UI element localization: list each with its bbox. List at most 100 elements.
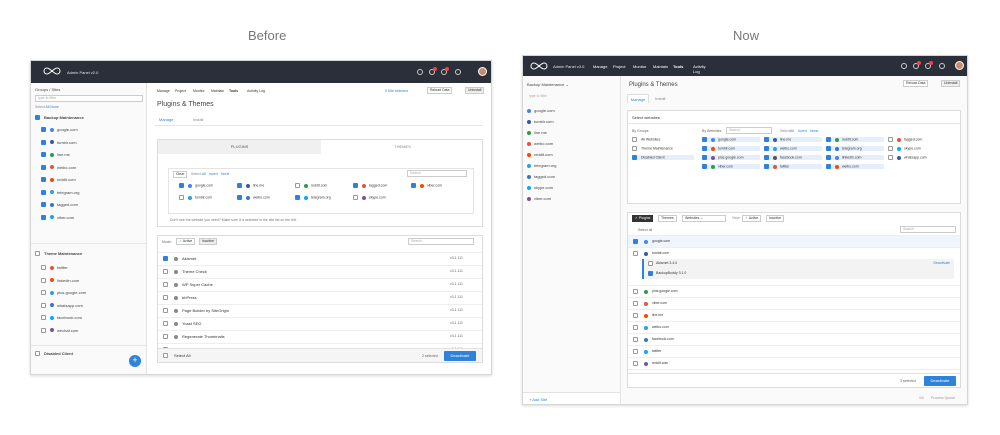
- sidebar-site-item[interactable]: line.me: [41, 152, 142, 158]
- group-theme-maintenance[interactable]: Theme Maintenance: [35, 251, 142, 257]
- group-option[interactable]: Theme Maintenance: [632, 146, 694, 151]
- nav-item[interactable]: Manage: [157, 89, 170, 93]
- row-checkbox[interactable]: [163, 269, 168, 274]
- sidebar-site-item[interactable]: wechat.com: [41, 328, 142, 333]
- site-checkbox[interactable]: [41, 315, 46, 321]
- clock-icon[interactable]: [901, 63, 907, 69]
- site-checkbox[interactable]: [41, 302, 46, 308]
- group-checkbox[interactable]: [35, 251, 40, 257]
- sidebar-filter-input[interactable]: type to filter: [35, 95, 143, 102]
- sidebar-filter-input[interactable]: type to filter: [527, 94, 617, 101]
- select-all-link[interactable]: All: [202, 172, 206, 176]
- nav-item[interactable]: Maintain: [653, 64, 668, 69]
- sidebar-site-item[interactable]: reddit.com: [41, 177, 142, 183]
- group-backup-maintenance[interactable]: Backup Maintenance: [35, 115, 142, 121]
- sidebar-site-item[interactable]: telegram.org: [41, 190, 142, 195]
- site-checkbox[interactable]: [764, 155, 769, 160]
- site-option[interactable]: whatsapp.com: [888, 155, 946, 160]
- row-checkbox[interactable]: [163, 308, 168, 313]
- group-checkbox[interactable]: [632, 137, 637, 142]
- nav-item[interactable]: Project: [613, 64, 625, 69]
- table-row[interactable]: Page Builder by SiteOrigin v3.1.111: [158, 304, 482, 317]
- site-checkbox[interactable]: [826, 137, 831, 142]
- row-checkbox[interactable]: [163, 256, 168, 261]
- site-option[interactable]: weibo.com: [826, 164, 884, 169]
- deactivate-button[interactable]: Deactivate: [924, 376, 956, 386]
- nav-item[interactable]: Tools: [673, 64, 683, 69]
- sidebar-site-item[interactable]: reddit.com: [527, 152, 616, 157]
- nav-item[interactable]: Monitor: [193, 89, 205, 93]
- site-checkbox[interactable]: [888, 137, 893, 142]
- sub-row[interactable]: Akismet 3.4.0 Deactivate: [642, 259, 954, 269]
- row-checkbox[interactable]: [163, 321, 168, 326]
- table-row[interactable]: google.com: [628, 235, 960, 247]
- website-search-input[interactable]: Search: [726, 127, 772, 134]
- mode-active-button[interactable]: ✓ Active: [176, 238, 196, 245]
- site-checkbox[interactable]: [41, 290, 46, 296]
- site-checkbox[interactable]: [295, 195, 300, 200]
- site-checkbox[interactable]: [826, 155, 831, 160]
- site-checkbox[interactable]: [888, 146, 893, 151]
- nav-item[interactable]: Manage: [593, 64, 607, 69]
- site-option[interactable]: tagged.com: [888, 137, 946, 142]
- site-checkbox[interactable]: [764, 137, 769, 142]
- table-row[interactable]: tumblr.com: [628, 247, 960, 259]
- sidebar-site-item[interactable]: line.me: [527, 130, 616, 135]
- table-row[interactable]: Theme Check v3.1.111: [158, 265, 482, 278]
- sidebar-site-item[interactable]: plus.google.com: [41, 290, 142, 296]
- group-checkbox[interactable]: [632, 146, 637, 151]
- site-option[interactable]: reddit.com: [295, 183, 327, 188]
- site-option[interactable]: telegram.org: [295, 195, 331, 200]
- sidebar-site-item[interactable]: tagged.com: [527, 174, 616, 179]
- site-checkbox[interactable]: [702, 137, 707, 142]
- row-checkbox[interactable]: [633, 361, 638, 366]
- site-option[interactable]: twitter: [764, 164, 822, 169]
- sidebar-site-item[interactable]: weibo.com: [41, 165, 142, 170]
- plugin-search-input[interactable]: Search: [900, 226, 956, 233]
- sidebar-site-item[interactable]: twitter: [41, 265, 142, 271]
- site-option[interactable]: facebook.com: [764, 155, 822, 160]
- sidebar-site-item[interactable]: tagged.com: [41, 202, 142, 208]
- site-checkbox[interactable]: [41, 214, 46, 220]
- table-row[interactable]: WP Super Cache v3.1.111: [158, 278, 482, 291]
- site-option[interactable]: weibo.com: [764, 146, 822, 151]
- invert-link[interactable]: Invert: [798, 129, 807, 133]
- avatar[interactable]: [955, 61, 964, 70]
- site-option[interactable]: google.com: [702, 137, 760, 142]
- select-all-link[interactable]: All: [46, 105, 50, 109]
- site-checkbox[interactable]: [41, 189, 46, 195]
- sidebar-site-item[interactable]: linkedin.com: [41, 278, 142, 283]
- row-checkbox[interactable]: [633, 325, 638, 330]
- site-option[interactable]: tagged.com: [353, 183, 387, 188]
- nav-item[interactable]: Project: [175, 89, 186, 93]
- site-checkbox[interactable]: [295, 183, 300, 188]
- select-all-link[interactable]: All: [790, 129, 794, 133]
- nav-item[interactable]: Activity Log: [693, 64, 706, 74]
- select-none-link[interactable]: None: [50, 105, 58, 109]
- site-checkbox[interactable]: [41, 202, 46, 208]
- group-checkbox[interactable]: [35, 115, 40, 121]
- view-active-button[interactable]: ✓ Active: [742, 215, 762, 222]
- site-checkbox[interactable]: [764, 146, 769, 151]
- site-checkbox[interactable]: [237, 195, 242, 200]
- group-option[interactable]: All Websites: [632, 137, 694, 142]
- sidebar-site-item[interactable]: telegram.org: [527, 163, 616, 168]
- row-checkbox[interactable]: [633, 301, 638, 306]
- select-all-checkbox[interactable]: [163, 353, 168, 358]
- site-checkbox[interactable]: [702, 146, 707, 151]
- row-checkbox[interactable]: [163, 334, 168, 339]
- site-checkbox[interactable]: [41, 277, 46, 283]
- site-checkbox[interactable]: [41, 327, 46, 333]
- sidebar-site-item[interactable]: viber.com: [41, 215, 142, 220]
- sidebar-site-item[interactable]: weibo.com: [527, 141, 616, 146]
- site-option[interactable]: telegram.org: [826, 146, 884, 151]
- site-option[interactable]: tumblr.com: [702, 146, 760, 151]
- site-checkbox[interactable]: [179, 183, 184, 188]
- themes-toggle[interactable]: Themes: [658, 215, 677, 222]
- table-row[interactable]: viber.com: [628, 297, 960, 309]
- group-selector[interactable]: Backup Maintenance ⌄: [527, 82, 616, 87]
- select-all-label[interactable]: Select all: [638, 228, 652, 232]
- row-checkbox[interactable]: [633, 337, 638, 342]
- group-checkbox[interactable]: [632, 155, 637, 160]
- site-checkbox[interactable]: [41, 152, 46, 158]
